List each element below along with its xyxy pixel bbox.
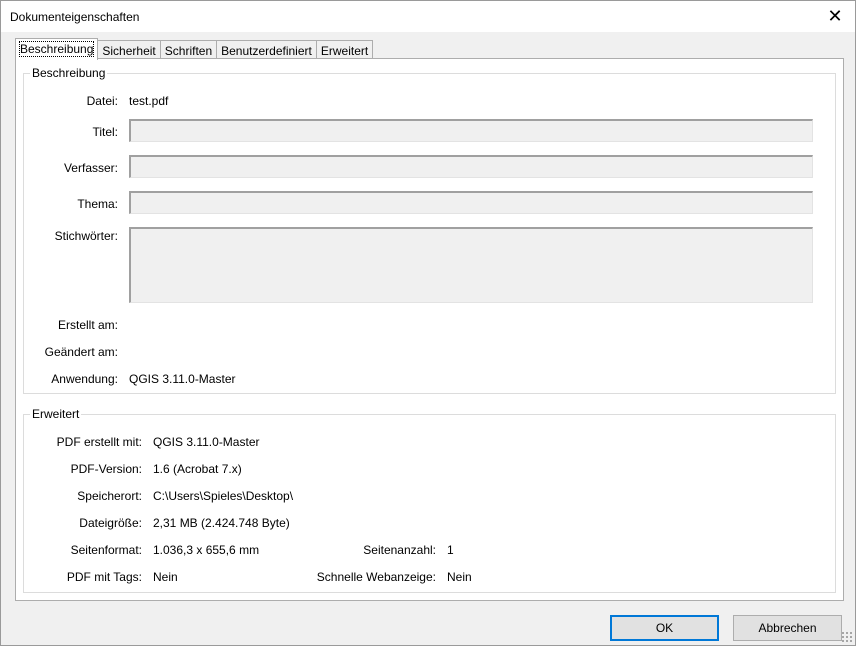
resize-grip-icon[interactable]	[841, 631, 853, 643]
dateigroesse-label: Dateigröße:	[79, 516, 142, 530]
pdf-version-label: PDF-Version:	[70, 462, 142, 476]
seitenanzahl-label: Seitenanzahl:	[363, 543, 436, 557]
tab-benutzerdefiniert[interactable]: Benutzerdefiniert	[216, 40, 317, 59]
datei-label: Datei:	[86, 94, 118, 108]
seitenformat-value: 1.036,3 x 655,6 mm	[153, 543, 260, 557]
pdf-version-value: 1.6 (Acrobat 7.x)	[153, 462, 242, 476]
datei-value: test.pdf	[129, 94, 169, 108]
seitenformat-label: Seitenformat:	[70, 543, 142, 557]
document-properties-dialog: Dokumenteigenschaften ✕ Beschreibung Sic…	[0, 0, 856, 646]
stichwoerter-input[interactable]	[129, 227, 813, 303]
pdf-tags-label: PDF mit Tags:	[66, 570, 142, 584]
webanzeige-label: Schnelle Webanzeige:	[316, 570, 436, 584]
titel-label: Titel:	[92, 125, 118, 139]
tab-beschreibung[interactable]: Beschreibung	[15, 38, 99, 60]
thema-label: Thema:	[77, 197, 118, 211]
cancel-button[interactable]: Abbrechen	[733, 615, 842, 641]
erstellt-label: Erstellt am:	[57, 318, 118, 332]
speicherort-label: Speicherort:	[77, 489, 142, 503]
dateigroesse-value: 2,31 MB (2.424.748 Byte)	[153, 516, 290, 530]
verfasser-label: Verfasser:	[63, 161, 118, 175]
anwendung-label: Anwendung:	[51, 372, 118, 386]
titel-input[interactable]	[129, 119, 813, 142]
tab-schriften[interactable]: Schriften	[159, 40, 218, 59]
tab-sicherheit[interactable]: Sicherheit	[97, 40, 161, 59]
seitenanzahl-value: 1	[447, 543, 454, 557]
window-title: Dokumenteigenschaften	[10, 10, 140, 24]
beschreibung-group-title: Beschreibung	[30, 66, 108, 80]
stichwoerter-label: Stichwörter:	[54, 229, 118, 243]
geaendert-label: Geändert am:	[44, 345, 118, 359]
ok-button[interactable]: OK	[610, 615, 719, 641]
beschreibung-group: Beschreibung Datei: test.pdf Titel: Verf…	[23, 66, 836, 394]
pdf-erstellt-label: PDF erstellt mit:	[56, 435, 142, 449]
close-button[interactable]: ✕	[815, 1, 855, 32]
close-icon: ✕	[827, 6, 843, 27]
title-bar: Dokumenteigenschaften ✕	[1, 1, 855, 32]
pdf-tags-value: Nein	[153, 570, 178, 584]
thema-input[interactable]	[129, 191, 813, 214]
tab-panel-beschreibung: Beschreibung Datei: test.pdf Titel: Verf…	[15, 58, 844, 601]
tab-bar: Beschreibung Sicherheit Schriften Benutz…	[15, 38, 374, 60]
erweitert-group: Erweitert PDF erstellt mit: QGIS 3.11.0-…	[23, 407, 836, 593]
tab-erweitert[interactable]: Erweitert	[315, 40, 374, 59]
verfasser-input[interactable]	[129, 155, 813, 178]
speicherort-value: C:\Users\Spieles\Desktop\	[153, 489, 294, 503]
pdf-erstellt-value: QGIS 3.11.0-Master	[153, 435, 260, 449]
anwendung-value: QGIS 3.11.0-Master	[129, 372, 236, 386]
erweitert-group-title: Erweitert	[30, 407, 82, 421]
webanzeige-value: Nein	[447, 570, 472, 584]
